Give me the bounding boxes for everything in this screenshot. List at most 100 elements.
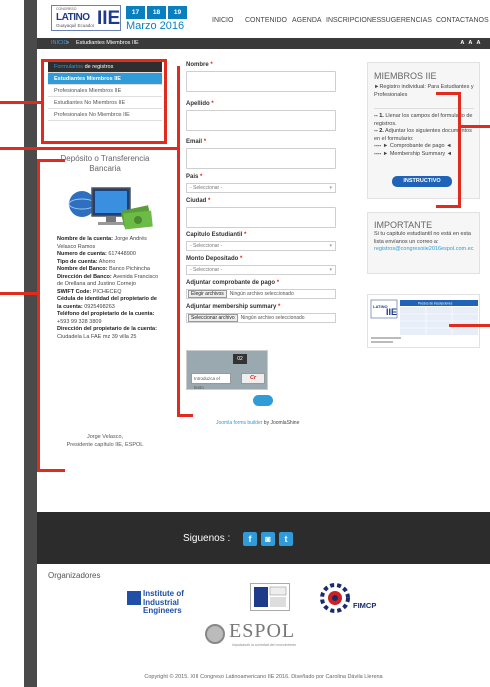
bank-transfer-illustration <box>68 187 153 230</box>
miembros-title: MIEMBROS IIE <box>374 71 437 81</box>
iie-logo-text: Institute of Industrial Engineers <box>143 589 184 615</box>
comprobante-file-input[interactable]: Elegir archivos Ningún archivo selecciona… <box>186 289 336 299</box>
annotation-mark <box>177 414 193 417</box>
event-dates: 17 18 19 Marzo 2016 <box>126 6 192 32</box>
signer-role: Presidente capítulo IIE, ESPOL <box>66 442 144 448</box>
side-menu-header-rest: de registros <box>84 64 114 70</box>
comprobante-label: Adjuntar comprobante de pago * <box>186 280 280 286</box>
choose-file-button[interactable]: Elegir archivos <box>188 290 227 298</box>
contact-email-link[interactable]: registros@congresoiie2016espol.com.ec <box>374 246 473 252</box>
nav-contenido[interactable]: CONTENIDO <box>245 17 287 24</box>
nav-agenda[interactable]: AGENDA <box>292 17 322 24</box>
breadcrumb: INICIO » Estudiantes Miembros IIE A A A <box>37 38 490 49</box>
instructivo-button[interactable]: INSTRUCTIVO <box>392 176 452 187</box>
bank-row: Nombre del Banco: Banco Pichincha <box>57 266 150 272</box>
joomla-forms-link[interactable]: Joomla forms builder <box>216 420 262 426</box>
breadcrumb-current: Estudiantes Miembros IIE <box>76 40 139 46</box>
side-menu-header: Formularios de registros <box>48 61 162 73</box>
nav-inicio[interactable]: INICIO <box>212 17 233 24</box>
nav-sugerencias[interactable]: SUGERENCIAS <box>381 17 432 24</box>
registration-form: Nombre * Apellido * Email * Pais * - Sel… <box>186 62 338 328</box>
prices-banner[interactable]: LATINO IIE Precios de inscripciones <box>367 294 480 348</box>
annotation-mark <box>0 147 180 150</box>
bank-row: Numero de cuenta: 617448900 <box>57 251 136 257</box>
captcha-input[interactable]: Introduzca el texto <box>191 373 231 390</box>
svg-text:IIE: IIE <box>386 307 397 317</box>
bank-details: Nombre de la cuenta: Jorge Andrés Velasc… <box>57 236 161 341</box>
annotation-mark <box>41 59 167 62</box>
annotation-mark <box>164 59 167 144</box>
iie-institute-logo[interactable]: Institute of Industrial Engineers <box>127 588 219 615</box>
espol-logo[interactable]: ESPOL Impulsando la sociedad del conocim… <box>205 620 309 650</box>
day-2: 18 <box>147 6 166 19</box>
apellido-input[interactable] <box>186 110 336 131</box>
membership-label: Adjuntar membership summary * <box>186 304 281 310</box>
twitter-icon[interactable]: t <box>279 532 293 546</box>
day-1: 17 <box>126 6 145 19</box>
annotation-mark <box>458 92 461 208</box>
annotation-mark <box>0 101 44 104</box>
miembros-iie-box: MIEMBROS IIE ►Registro individual: Para … <box>367 62 480 199</box>
pais-label: Pais * <box>186 174 203 180</box>
ciudad-label: Ciudad * <box>186 198 211 204</box>
membership-file-input[interactable]: Seleccionar archivo Ningún archivo selecc… <box>186 313 336 323</box>
instagram-icon[interactable]: ◙ <box>261 532 275 546</box>
copyright: Copyright © 2015. XIII Congreso Latinoam… <box>144 674 383 680</box>
bank-row: Teléfono del propietario de la cuenta: +… <box>57 311 155 325</box>
logo-line1: CONGRESO <box>56 7 77 11</box>
logo-subtitle: Guayaquil Ecuador <box>56 23 95 28</box>
congress-logo[interactable]: CONGRESO LATINO IIE Guayaquil Ecuador <box>51 5 121 31</box>
espol-seal-icon <box>205 624 225 644</box>
email-input[interactable] <box>186 148 336 169</box>
annotation-mark <box>458 125 490 128</box>
signer-name: Jorge Velasco, <box>86 434 124 440</box>
facebook-icon[interactable]: f <box>243 532 257 546</box>
submit-button[interactable] <box>253 395 273 406</box>
registration-forms-menu: Formularios de registros Estudiantes Mie… <box>48 61 162 121</box>
nombre-label: Nombre * <box>186 62 213 68</box>
capitulo-label: Capitulo Estudiantil * <box>186 232 247 238</box>
nombre-input[interactable] <box>186 71 336 92</box>
globe-icon <box>69 191 95 217</box>
monto-select[interactable]: - Seleccionar - <box>186 265 336 275</box>
font-size-controls[interactable]: A A A <box>460 38 482 49</box>
select-file-button[interactable]: Seleccionar archivo <box>188 314 238 322</box>
site-header: CONGRESO LATINO IIE Guayaquil Ecuador 17… <box>37 0 490 38</box>
side-menu-item-profesionales-miembros[interactable]: Profesionales Miembros IIE <box>48 85 162 97</box>
annotation-mark <box>436 205 461 208</box>
annotation-mark <box>41 59 44 144</box>
side-menu-header-highlight: Formularios <box>54 64 84 70</box>
bank-row: Dirección del Banco: Avenida Francisco d… <box>57 273 159 288</box>
bank-row: SWIFT Code: PICHECEQ <box>57 288 122 295</box>
pais-select[interactable]: - Seleccionar - <box>186 183 336 193</box>
event-month: Marzo 2016 <box>126 20 185 32</box>
step: ---- ► Comprobante de pago ◄ <box>374 143 452 149</box>
captcha-box: 02 Introduzca el texto Cr <box>186 350 268 390</box>
side-menu-item-estudiantes-no-miembros[interactable]: Estudiantes No Miembros IIE <box>48 97 162 109</box>
organizers-label: Organizadores <box>48 571 101 580</box>
monto-label: Monto Depositado * <box>186 256 243 262</box>
day-3: 19 <box>168 6 187 19</box>
nav-inscripciones[interactable]: INSCRIPCIONES <box>326 17 381 24</box>
importante-title: IMPORTANTE <box>374 220 433 230</box>
miembros-steps: -- 1. Llenar los campos del formulario d… <box>374 113 478 158</box>
capitulo-select[interactable]: - Seleccionar - <box>186 241 336 251</box>
ciudad-input[interactable] <box>186 207 336 228</box>
page: CONGRESO LATINO IIE Guayaquil Ecuador 17… <box>0 0 490 687</box>
fimcp-logo[interactable]: FIMCP <box>315 579 377 617</box>
annotation-mark <box>37 159 65 162</box>
side-menu-item-estudiantes-miembros[interactable]: Estudiantes Miembros IIE <box>48 73 162 85</box>
bank-row: Dirección del propietario de la cuenta: … <box>57 326 157 340</box>
nav-contactanos[interactable]: CONTACTANOS <box>436 17 489 24</box>
fimcp-text: FIMCP <box>353 601 377 610</box>
bank-row: Cédula de identidad del propietario de l… <box>57 296 157 310</box>
breadcrumb-separator: » <box>66 40 70 46</box>
no-file-text: Ningún archivo seleccionado <box>240 315 305 321</box>
email-label: Email * <box>186 139 207 145</box>
captcha-image: 02 <box>233 354 247 364</box>
deposit-title: Depósito o Transferencia Bancaria <box>60 154 150 173</box>
chapter-logo[interactable] <box>250 583 290 611</box>
side-menu-item-profesionales-no-miembros[interactable]: Profesionales No Miembros IIE <box>48 109 162 121</box>
annotation-mark <box>436 92 461 95</box>
logo-word: LATINO <box>56 12 90 23</box>
